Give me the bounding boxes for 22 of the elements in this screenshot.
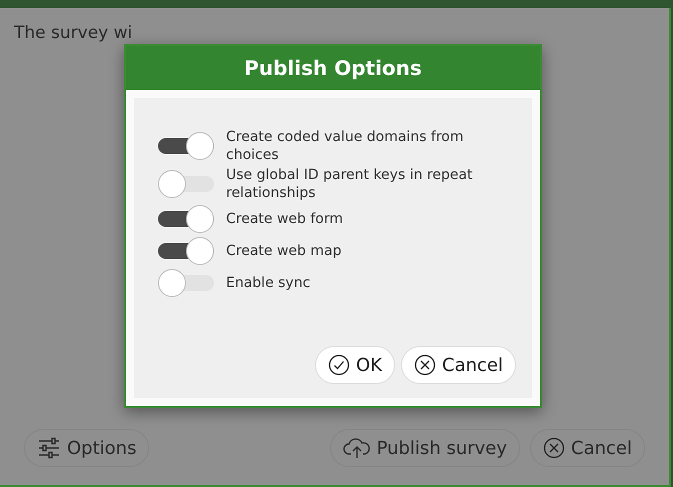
option-label: Enable sync [226, 274, 310, 292]
cloud-upload-icon [342, 437, 371, 459]
options-button[interactable]: Options [24, 429, 150, 467]
toggle-switch[interactable] [158, 131, 214, 161]
dialog-title: Publish Options [126, 46, 540, 90]
publish-button[interactable]: Publish survey [330, 429, 520, 467]
close-icon [414, 354, 436, 376]
option-label: Create web map [226, 242, 342, 260]
toggle-switch[interactable] [158, 268, 214, 298]
toggle-switch[interactable] [158, 236, 214, 266]
toggle-switch[interactable] [158, 169, 214, 199]
cancel-button[interactable]: Cancel [401, 346, 516, 384]
close-icon [543, 437, 566, 459]
ok-button[interactable]: OK [315, 346, 396, 384]
option-label: Use global ID parent keys in repeat relationships [226, 166, 474, 202]
toggle-switch[interactable] [158, 204, 214, 234]
option-label: Create coded value domains from choices [226, 128, 465, 164]
info-message: The survey wi [14, 24, 134, 42]
cancel-button[interactable]: Cancel [530, 429, 645, 467]
sliders-icon [37, 437, 61, 459]
check-icon [328, 354, 350, 376]
option-label: Create web form [226, 210, 344, 228]
